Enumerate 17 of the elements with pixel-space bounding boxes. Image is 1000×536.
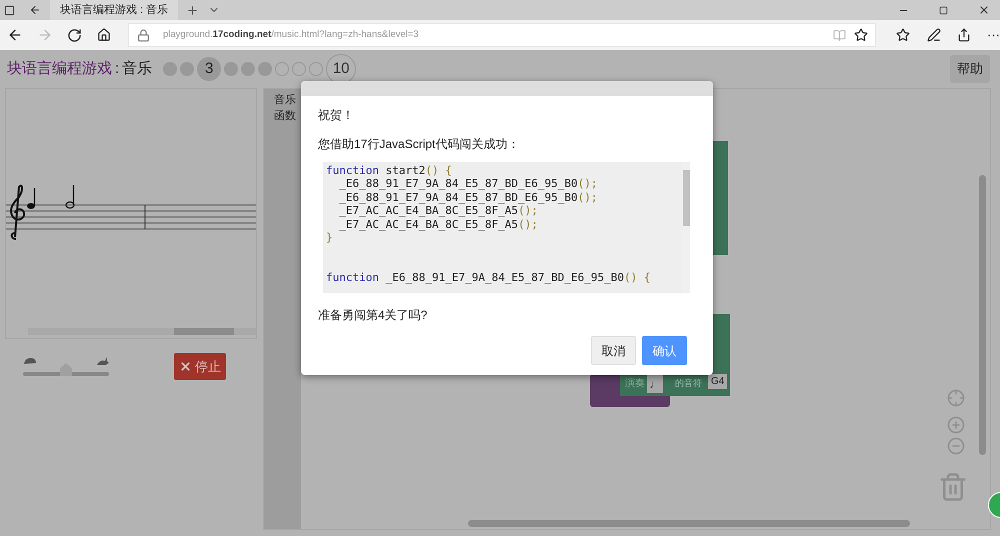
code-line: _E7_AC_AC_E4_BA_8C_E5_8F_A5();	[338, 218, 539, 231]
code-line: function _E6_88_91_E7_9A_84_E5_87_BD_E6_95_B0() {	[326, 271, 652, 285]
dialog-question: 准备勇闯第4关了吗?	[318, 307, 428, 324]
dialog-message: 您借助17行JavaScript代码闯关成功：	[318, 136, 520, 153]
code-line: function start2() {	[326, 164, 453, 178]
code-line: _E6_88_91_E7_9A_84_E5_87_BD_E6_95_B0();	[338, 190, 599, 204]
code-line: }	[326, 230, 334, 244]
code-line: _E6_88_91_E7_9A_84_E5_87_BD_E6_95_B0();	[338, 177, 599, 191]
tab-title: 块语言编程游戏 : 音乐	[60, 2, 168, 18]
game-subtitle: 音乐	[122, 58, 152, 79]
code-line: _E7_AC_AC_E4_BA_8C_E5_8F_A5();	[338, 204, 539, 218]
url-text: playground.17coding.net/music.html?lang=zh-hans&level=3	[163, 28, 419, 42]
dialog-title: 祝贺！	[318, 107, 355, 124]
title-separator: :	[115, 58, 120, 79]
block-label: 的音符	[675, 377, 702, 390]
game-title: 块语言编程游戏	[7, 58, 112, 79]
block-label: 演奏	[625, 376, 645, 391]
